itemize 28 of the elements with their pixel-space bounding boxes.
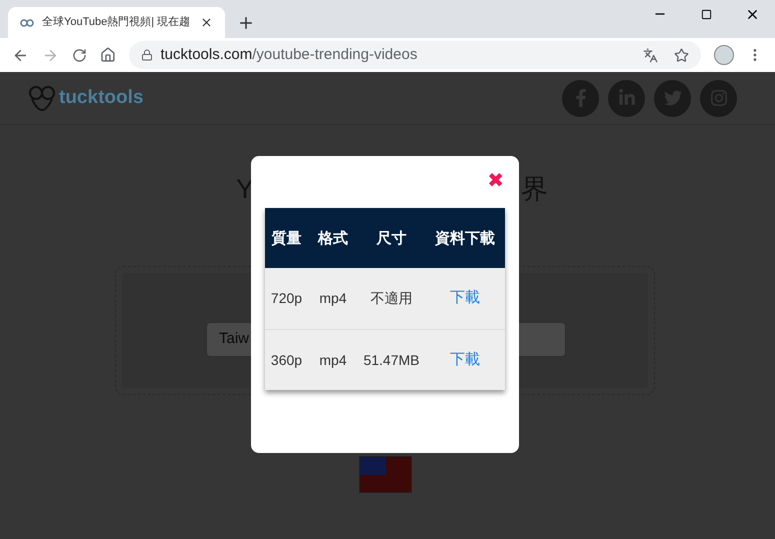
table-cell-text: mp4	[318, 289, 348, 308]
tab-title: 全球YouTube熱門視頻| 現在趨	[42, 14, 192, 30]
close-button[interactable]: ✖	[487, 170, 504, 190]
translate-icon[interactable]	[643, 48, 658, 62]
table-cell-text: mp4	[318, 350, 348, 370]
lock-icon	[140, 49, 153, 61]
column-header: 質量	[270, 228, 302, 249]
column-header: 格式	[316, 228, 349, 249]
star-icon[interactable]	[674, 48, 690, 62]
logo-text[interactable]: tucktools	[59, 84, 144, 112]
url-text: tucktools.com/youtube-trending-videos	[160, 44, 418, 65]
flag-picture	[359, 456, 412, 492]
browser-tab[interactable]: 全球YouTube熱門視頻| 現在趨	[8, 7, 225, 38]
table-cell-text: 不適用	[370, 289, 414, 308]
column-header: 資料下載	[434, 228, 496, 249]
maximize-icon[interactable]	[700, 8, 712, 20]
reload-icon[interactable]	[72, 48, 87, 62]
address-bar[interactable]: tucktools.com/youtube-trending-videos	[128, 41, 702, 69]
close-icon[interactable]	[200, 16, 213, 29]
new-tab-icon[interactable]	[237, 14, 255, 32]
table-cell-text: 720p	[270, 289, 304, 308]
download-link[interactable]: 下載	[450, 348, 480, 372]
table-cell-text: 360p	[270, 350, 304, 370]
column-header: 尺寸	[375, 228, 408, 249]
download-link[interactable]: 下載	[450, 287, 480, 310]
home-icon[interactable]	[100, 47, 116, 63]
profile-icon[interactable]	[714, 45, 734, 65]
table-cell-text: 51.47MB	[362, 350, 421, 370]
